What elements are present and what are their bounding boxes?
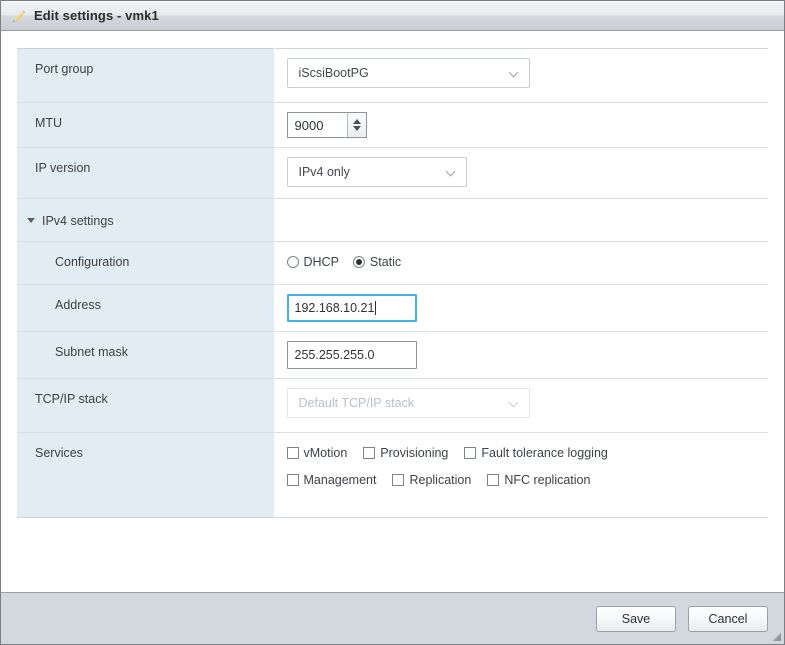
ipv4-settings-label: IPv4 settings — [42, 213, 114, 228]
label-ip-version: IP version — [17, 147, 275, 199]
label-address: Address — [17, 284, 275, 332]
dialog-body: Port group iScsiBootPG MTU 9000 IP versi… — [1, 31, 784, 592]
row-port-group: Port group iScsiBootPG — [17, 48, 768, 103]
radio-static[interactable]: Static — [352, 255, 402, 269]
services-checkbox-row-1: vMotion Provisioning Fault tolerance log… — [286, 446, 769, 460]
port-group-selected-value: iScsiBootPG — [298, 66, 369, 80]
row-address: Address 192.168.10.21 — [17, 284, 768, 332]
pencil-icon — [11, 8, 27, 24]
checkbox-replication-label: Replication — [409, 473, 472, 487]
label-services: Services — [17, 432, 275, 518]
mtu-stepper-buttons[interactable] — [346, 113, 366, 137]
checkbox-nfc-replication-label: NFC replication — [504, 473, 591, 487]
checkbox-fault-tolerance-logging-label: Fault tolerance logging — [481, 446, 608, 460]
checkbox-nfc-replication-indicator[interactable] — [487, 474, 500, 486]
checkbox-fault-tolerance-logging-indicator[interactable] — [464, 447, 477, 459]
tcpip-stack-selected-value: Default TCP/IP stack — [298, 396, 415, 410]
ipv4-settings-expander[interactable]: IPv4 settings — [27, 214, 114, 228]
dialog-titlebar: Edit settings - vmk1 — [1, 1, 784, 31]
stepper-up-icon[interactable] — [352, 119, 361, 124]
row-ipv4-settings-header: IPv4 settings — [17, 198, 768, 242]
resize-grip[interactable] — [770, 630, 782, 642]
label-configuration: Configuration — [17, 241, 275, 285]
row-configuration: Configuration DHCP Static — [17, 241, 769, 285]
checkbox-provisioning[interactable]: Provisioning — [363, 446, 448, 460]
dialog-footer: Save Cancel — [1, 592, 784, 644]
checkbox-vmotion-label: vMotion — [303, 446, 348, 460]
address-input[interactable]: 192.168.10.21 — [286, 294, 417, 322]
chevron-down-icon — [509, 68, 520, 79]
text-caret — [375, 301, 377, 315]
row-services: Services vMotion Provisioning Fault tole… — [17, 432, 769, 518]
ipv4-settings-expander-cell[interactable]: IPv4 settings — [17, 198, 275, 242]
value-port-group: iScsiBootPG — [274, 48, 768, 103]
tcpip-stack-dropdown: Default TCP/IP stack — [286, 388, 530, 418]
chevron-down-icon — [446, 167, 457, 178]
label-tcpip-stack: TCP/IP stack — [17, 378, 275, 433]
edit-settings-dialog: Edit settings - vmk1 Port group iScsiBoo… — [0, 0, 785, 645]
checkbox-provisioning-label: Provisioning — [380, 446, 449, 460]
checkbox-vmotion[interactable]: vMotion — [286, 446, 348, 460]
triangle-down-icon — [27, 218, 35, 224]
radio-dhcp[interactable]: DHCP — [286, 255, 339, 269]
mtu-input[interactable]: 9000 — [288, 113, 347, 137]
stepper-down-icon[interactable] — [352, 126, 361, 131]
checkbox-fault-tolerance-logging[interactable]: Fault tolerance logging — [464, 446, 608, 460]
radio-dhcp-indicator[interactable] — [286, 256, 299, 268]
address-input-value: 192.168.10.21 — [294, 301, 375, 315]
port-group-dropdown[interactable]: iScsiBootPG — [286, 58, 530, 88]
row-tcpip-stack: TCP/IP stack Default TCP/IP stack — [17, 378, 768, 433]
row-mtu: MTU 9000 — [17, 102, 768, 148]
ipv4-settings-header-spacer — [274, 198, 768, 242]
checkbox-provisioning-indicator[interactable] — [363, 447, 376, 459]
checkbox-management-indicator[interactable] — [286, 474, 299, 486]
checkbox-nfc-replication[interactable]: NFC replication — [487, 473, 590, 487]
label-subnet-mask: Subnet mask — [17, 331, 275, 379]
mtu-stepper[interactable]: 9000 — [286, 112, 367, 138]
row-subnet-mask: Subnet mask 255.255.255.0 — [17, 331, 768, 379]
checkbox-replication[interactable]: Replication — [392, 473, 471, 487]
services-checkbox-grid: vMotion Provisioning Fault tolerance log… — [286, 442, 769, 487]
services-checkbox-row-2: Management Replication NFC replication — [286, 473, 769, 487]
row-ip-version: IP version IPv4 only — [17, 147, 768, 199]
ip-version-dropdown[interactable]: IPv4 only — [286, 157, 467, 187]
value-configuration: DHCP Static — [274, 241, 769, 285]
label-port-group: Port group — [17, 48, 275, 103]
settings-form: Port group iScsiBootPG MTU 9000 IP versi… — [17, 48, 768, 518]
value-subnet-mask: 255.255.255.0 — [274, 331, 768, 379]
radio-dhcp-label: DHCP — [303, 255, 339, 269]
checkbox-management-label: Management — [303, 473, 377, 487]
value-mtu: 9000 — [274, 102, 768, 148]
label-mtu: MTU — [17, 102, 275, 148]
value-ip-version: IPv4 only — [274, 147, 768, 199]
checkbox-replication-indicator[interactable] — [392, 474, 405, 486]
value-tcpip-stack: Default TCP/IP stack — [274, 378, 768, 433]
configuration-radio-group: DHCP Static — [286, 251, 769, 269]
cancel-button[interactable]: Cancel — [688, 605, 768, 632]
radio-static-indicator[interactable] — [352, 256, 365, 268]
value-address: 192.168.10.21 — [274, 284, 768, 332]
value-services: vMotion Provisioning Fault tolerance log… — [274, 432, 769, 518]
checkbox-management[interactable]: Management — [286, 473, 377, 487]
dialog-title: Edit settings - vmk1 — [34, 8, 159, 23]
radio-static-label: Static — [369, 255, 402, 269]
subnet-mask-input-value: 255.255.255.0 — [294, 348, 375, 362]
subnet-mask-input[interactable]: 255.255.255.0 — [286, 341, 417, 369]
ip-version-selected-value: IPv4 only — [298, 165, 350, 179]
save-button[interactable]: Save — [596, 605, 676, 632]
checkbox-vmotion-indicator[interactable] — [286, 447, 299, 459]
chevron-down-icon — [509, 398, 520, 409]
